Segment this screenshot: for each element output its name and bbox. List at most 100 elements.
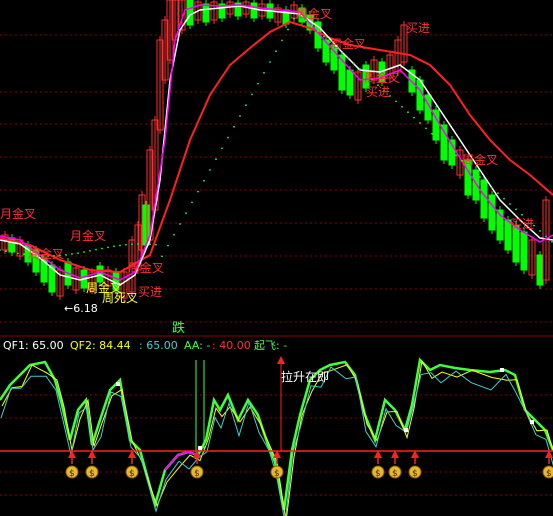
- dotted-point: [143, 243, 145, 245]
- dotted-point: [401, 105, 403, 108]
- dotted-point: [149, 243, 151, 246]
- dotted-point: [353, 62, 355, 65]
- money-bag-glyph: $: [129, 469, 135, 479]
- dotted-point: [251, 93, 253, 96]
- dotted-point: [269, 61, 271, 63]
- price-annotation: 月金叉: [70, 228, 106, 243]
- dotted-point: [227, 136, 229, 139]
- dotted-point: [113, 245, 115, 248]
- header-red: : 40.00: [212, 339, 251, 352]
- dotted-point: [347, 57, 349, 60]
- money-bag-glyph: $: [89, 469, 95, 479]
- dotted-point: [77, 252, 79, 254]
- dotted-point: [203, 179, 205, 182]
- dotted-point: [359, 68, 361, 70]
- dotted-point: [503, 197, 505, 200]
- dotted-point: [497, 192, 499, 195]
- dotted-point: [485, 181, 487, 184]
- dotted-point: [173, 233, 175, 236]
- price-annotation: 周金叉: [28, 246, 64, 261]
- dotted-point: [473, 170, 475, 173]
- money-bag-glyph: $: [194, 469, 200, 479]
- dotted-point: [71, 253, 73, 255]
- dotted-point: [437, 138, 439, 141]
- dotted-point: [11, 251, 13, 254]
- dotted-point: [65, 253, 67, 256]
- dotted-point: [245, 104, 247, 107]
- candle-body: [480, 179, 488, 219]
- price-annotation: 周死叉: [102, 291, 138, 305]
- dotted-point: [431, 132, 433, 135]
- money-bag-glyph: $: [69, 469, 75, 479]
- candle-body: [488, 194, 496, 231]
- dotted-point: [425, 127, 427, 130]
- dotted-point: [407, 111, 409, 114]
- dotted-point: [137, 243, 139, 245]
- money-bag-glyph: $: [546, 469, 552, 479]
- header-takeoff: 起飞: -: [254, 339, 287, 352]
- dotted-point: [455, 154, 457, 157]
- dotted-point: [0, 249, 1, 251]
- header-cyan: : 65.00: [139, 339, 178, 352]
- low-price-marker: ←6.18: [64, 302, 98, 315]
- money-bag-glyph: $: [412, 469, 418, 479]
- dotted-point: [95, 248, 97, 251]
- dotted-point: [155, 243, 157, 246]
- dotted-point: [89, 249, 91, 252]
- dotted-point: [209, 169, 211, 171]
- price-annotation: 买进: [138, 285, 162, 299]
- header-qf2: QF2: 84.44: [70, 339, 131, 352]
- price-annotation: 买进: [510, 217, 534, 231]
- money-bag-glyph: $: [375, 469, 381, 479]
- dotted-point: [323, 35, 325, 38]
- dotted-point: [167, 244, 169, 247]
- dotted-point: [107, 246, 109, 249]
- dotted-point: [83, 251, 85, 253]
- white-ma-line: [0, 5, 553, 286]
- dotted-point: [191, 201, 193, 204]
- dotted-point: [215, 158, 217, 161]
- dotted-point: [311, 24, 313, 27]
- moving-average-lines: [0, 4, 553, 286]
- price-annotation: 周金叉: [128, 260, 164, 275]
- indicator-marker: [198, 446, 202, 450]
- stock-chart[interactable]: 月金叉月金叉买进周金叉周金叉周死叉 买进周金叉周金叉周金叉买进周金叉周金叉买进 ←…: [0, 0, 553, 516]
- dotted-point: [275, 50, 277, 53]
- dotted-point: [131, 243, 133, 246]
- dotted-point: [515, 208, 517, 211]
- header-aa: AA: -: [184, 339, 210, 352]
- candle-body: [346, 69, 354, 96]
- price-annotation: 周金叉: [462, 152, 498, 167]
- grid-lines: [0, 34, 553, 496]
- dotted-point: [197, 190, 199, 193]
- dotted-point: [341, 51, 343, 54]
- candle-body: [520, 231, 528, 271]
- price-annotation: 周金叉: [330, 36, 366, 51]
- dotted-point: [479, 176, 481, 178]
- dotted-point: [287, 28, 289, 31]
- dotted-point: [221, 147, 223, 150]
- indicator-marker: [116, 382, 120, 386]
- indicator-marker: [500, 368, 504, 372]
- header-qf1: QF1: 65.00: [3, 339, 64, 352]
- dotted-point: [545, 235, 547, 238]
- dotted-point: [257, 82, 259, 85]
- indicator-marker: [404, 428, 408, 432]
- dotted-point: [5, 250, 7, 253]
- dotted-point: [281, 39, 283, 42]
- price-annotation: 周金叉: [364, 70, 400, 85]
- dotted-point: [521, 213, 523, 216]
- dotted-point: [179, 223, 181, 225]
- money-bag-glyph: $: [274, 469, 280, 479]
- dotted-point: [125, 243, 127, 246]
- dotted-point: [101, 247, 103, 250]
- indicator-header: QF1: 65.00 QF2: 84.44 : 65.00 AA: - : 40…: [3, 339, 287, 352]
- money-bag-icons: $ $ $ $ $ $ $ $ $: [65, 450, 553, 479]
- indicator-marker: [530, 420, 534, 424]
- dotted-point: [395, 100, 397, 103]
- price-annotation: 周金叉: [296, 6, 332, 21]
- money-bag-glyph: $: [392, 469, 398, 479]
- candle-body: [186, 0, 194, 26]
- dotted-point: [509, 203, 511, 205]
- indicator-cyan-line: [0, 366, 553, 516]
